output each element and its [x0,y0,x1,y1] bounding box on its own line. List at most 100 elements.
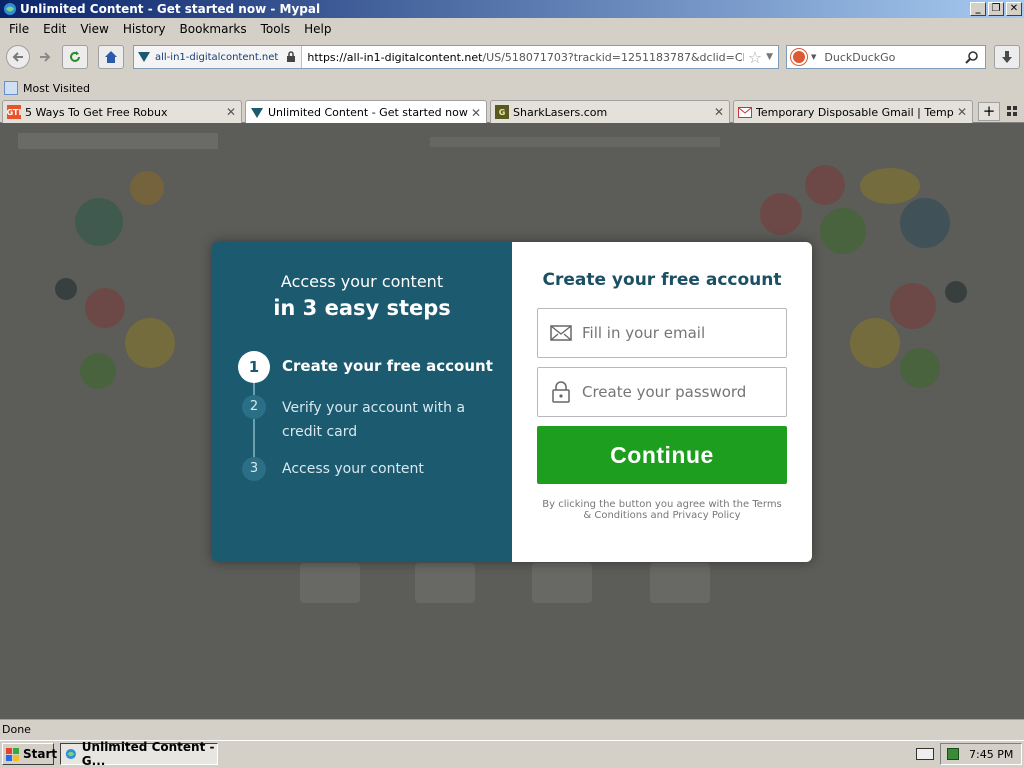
menu-history[interactable]: History [116,22,173,36]
tab-unlimited-content[interactable]: Unlimited Content - Get started now ✕ [245,100,487,124]
keyboard-tray-icon[interactable] [916,748,934,760]
forward-arrow-icon [40,52,51,62]
step-3-number: 3 [242,457,266,481]
step-2-number: 2 [242,395,266,419]
background-decoration [945,281,967,303]
clock: 7:45 PM [969,747,1014,761]
most-visited-icon [4,81,18,95]
list-all-tabs-icon[interactable] [1005,104,1019,118]
background-category-icon [650,563,710,603]
step-1-number: 1 [238,351,270,383]
background-decoration [900,198,950,248]
url-dropdown-icon[interactable]: ▼ [766,52,778,62]
duckduckgo-icon[interactable] [791,49,807,65]
steps-intro: Access your content [280,272,444,291]
background-category-icon [532,563,592,603]
tab-label: Unlimited Content - Get started now [268,106,468,119]
menu-help[interactable]: Help [297,22,338,36]
navigation-toolbar: all-in1-digitalcontent.net https://all-i… [0,41,1024,75]
background-decoration [900,348,940,388]
tab-temp-gmail[interactable]: Temporary Disposable Gmail | Temp Mai...… [733,100,973,123]
tab-sharklasers[interactable]: G SharkLasers.com ✕ [490,100,730,123]
site-favicon-icon [138,52,150,62]
tab-robux[interactable]: GTI 5 Ways To Get Free Robux ✕ [2,100,242,123]
reload-button[interactable] [62,45,88,69]
window-title: Unlimited Content - Get started now - My… [20,2,321,16]
url-bar[interactable]: all-in1-digitalcontent.net https://all-i… [133,45,779,69]
email-input[interactable] [582,324,786,342]
menu-tools[interactable]: Tools [254,22,298,36]
minimize-button[interactable]: _ [970,2,986,16]
start-label: Start [23,747,58,761]
menu-view[interactable]: View [73,22,115,36]
tab-label: SharkLasers.com [513,105,608,119]
background-decoration [125,318,175,368]
background-decoration [80,353,116,389]
step-3-label: Access your content [282,461,424,477]
menu-edit[interactable]: Edit [36,22,73,36]
background-decoration [55,278,77,300]
mypal-app-icon [3,2,17,16]
menu-bar: File Edit View History Bookmarks Tools H… [0,19,339,39]
home-icon [105,51,117,63]
search-input[interactable]: DuckDuckGo [816,51,965,64]
menu-bookmarks[interactable]: Bookmarks [173,22,254,36]
signup-form: Create your free account Continue By cli… [512,242,812,562]
step-1-label: Create your free account [282,357,493,375]
continue-button[interactable]: Continue [537,426,787,484]
background-decoration [850,318,900,368]
background-decoration [860,168,920,204]
search-bar[interactable]: ▼ DuckDuckGo [786,45,986,69]
tab-close-icon[interactable]: ✕ [956,105,968,119]
tab-close-icon[interactable]: ✕ [225,105,237,119]
window-titlebar: Unlimited Content - Get started now - My… [0,0,1024,18]
network-tray-icon[interactable] [947,748,959,760]
form-heading: Create your free account [542,270,782,290]
lock-icon [287,51,296,62]
status-bar: Done [0,719,1024,739]
reload-icon [70,51,80,62]
menu-file[interactable]: File [2,22,36,36]
url-host: https://all-in1-digitalcontent.net [307,50,483,64]
back-arrow-icon [12,52,23,62]
close-button[interactable]: ✕ [1006,2,1022,16]
background-decoration [130,171,164,205]
robux-site-favicon-icon: GTI [7,105,21,119]
status-text: Done [2,723,31,736]
home-button[interactable] [98,45,124,69]
forward-button[interactable] [32,45,58,69]
maximize-button[interactable]: ❐ [988,2,1004,16]
page-content: Access your content in 3 easy steps 1 Cr… [0,123,1024,719]
new-tab-button[interactable]: + [978,102,1000,121]
back-button[interactable] [6,45,30,69]
tab-close-icon[interactable]: ✕ [470,106,482,120]
site-identity[interactable]: all-in1-digitalcontent.net [134,46,303,68]
envelope-icon [550,325,572,341]
download-arrow-icon [1002,51,1012,63]
steps-panel: Access your content in 3 easy steps 1 Cr… [212,242,512,562]
taskbar-task-mypal[interactable]: Unlimited Content - G... [60,740,218,768]
url-text[interactable]: https://all-in1-digitalcontent.net/US/51… [302,51,743,64]
most-visited-bookmark[interactable]: Most Visited [23,82,90,95]
background-decoration [75,198,123,246]
search-icon[interactable] [965,50,979,64]
start-button[interactable]: Start [2,743,58,765]
bookmark-star-icon[interactable]: ☆ [744,48,766,67]
taskbar: Start Unlimited Content - G... 7:45 PM [0,740,1024,768]
unlimited-content-favicon-icon [250,106,264,120]
password-input[interactable] [582,383,786,401]
sharklasers-favicon-icon: G [495,105,509,119]
password-field[interactable] [537,367,787,417]
tab-label: Temporary Disposable Gmail | Temp Mai... [756,105,956,119]
background-category-icon [415,563,475,603]
background-decoration [890,283,936,329]
downloads-button[interactable] [994,45,1020,69]
background-decoration [805,165,845,205]
email-field[interactable] [537,308,787,358]
url-path: /US/518071703?trackid=1251183787&dclid=C… [482,50,743,64]
site-identity-label: all-in1-digitalcontent.net [155,51,279,63]
bookmarks-toolbar: Most Visited [0,78,90,98]
tab-close-icon[interactable]: ✕ [713,105,725,119]
windows-logo-icon [6,747,19,761]
steps-title: in 3 easy steps [273,296,451,320]
